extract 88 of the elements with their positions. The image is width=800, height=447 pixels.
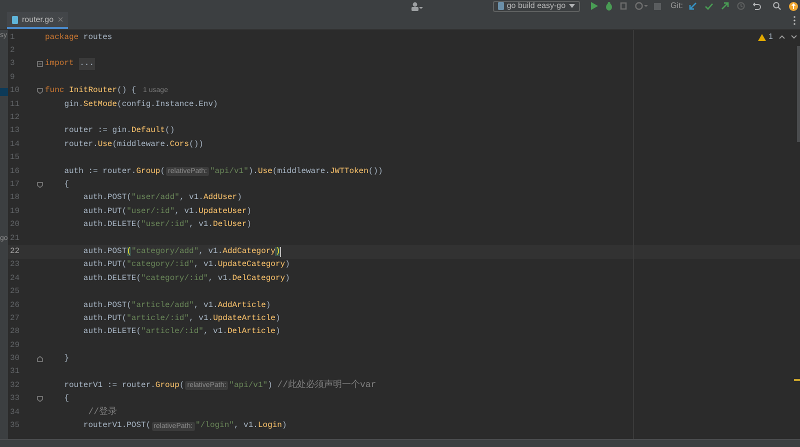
line-number: 17 xyxy=(9,180,21,189)
line-number: 13 xyxy=(9,127,21,136)
code-text: router.Use(middleware.Cors()) xyxy=(63,138,204,151)
line-number: 32 xyxy=(9,382,21,390)
line-number: 27 xyxy=(9,314,21,323)
line-number: 9 xyxy=(9,74,16,82)
line-number: 19 xyxy=(9,208,21,216)
line-number: 12 xyxy=(9,114,21,122)
code-text: gin.SetMode(config.Instance.Env) xyxy=(63,98,218,111)
code-text: auth.DELETE("user/:id", v1.DelUser) xyxy=(82,219,252,232)
code-text: //登录 xyxy=(87,406,118,419)
line-number: 29 xyxy=(9,342,21,350)
code-text: auth.PUT("category/:id", v1.UpdateCategory) xyxy=(82,259,290,272)
code-text: auth := router.Group( xyxy=(63,166,166,178)
code-text: routerV1.POST( xyxy=(82,420,151,432)
update-badge-icon[interactable] xyxy=(789,2,798,10)
close-icon[interactable] xyxy=(58,17,63,22)
line-number: 28 xyxy=(9,328,21,336)
previous-icon[interactable] xyxy=(779,35,785,39)
run-icon[interactable] xyxy=(590,2,598,10)
warning-count[interactable]: 1 xyxy=(768,33,773,41)
line-number: 22 xyxy=(9,248,21,256)
line-number: 34 xyxy=(9,408,21,417)
code-text: auth.POST("category/add", v1.AddCategory) xyxy=(82,246,280,258)
code-text: auth.PUT("user/:id", v1.UpdateUser) xyxy=(82,206,252,218)
line-number: 2 xyxy=(9,47,16,56)
line-number: 24 xyxy=(9,274,21,283)
line-number: 3 xyxy=(9,60,16,68)
scrollbar-thumb[interactable] xyxy=(797,46,800,142)
line-number: 21 xyxy=(9,234,21,243)
next-icon[interactable] xyxy=(791,35,797,39)
run-configuration-dropdown[interactable]: go build easy-go xyxy=(492,0,580,12)
line-number: 10 xyxy=(9,87,21,96)
code-text: auth.POST("article/add", v1.AddArticle) xyxy=(82,300,271,312)
line-number: 11 xyxy=(9,100,21,109)
caret-icon xyxy=(568,4,575,8)
code-text: auth.DELETE("category/:id", v1.DelCategory) xyxy=(82,272,290,285)
git-label: Git: xyxy=(670,2,683,10)
fold-icon[interactable] xyxy=(36,182,42,188)
file-icon xyxy=(498,2,504,10)
code-text: routerV1 := router.Group( xyxy=(63,380,184,392)
stop-icon[interactable] xyxy=(654,2,661,10)
folded-code[interactable]: ... xyxy=(78,58,96,70)
undo-icon[interactable] xyxy=(753,2,761,10)
line-number: 16 xyxy=(9,168,21,176)
line-number: 33 xyxy=(9,395,21,404)
code-text: } xyxy=(63,353,70,366)
line-number: 1 xyxy=(9,34,16,42)
line-number: 14 xyxy=(9,140,21,149)
code-text: import xyxy=(45,58,75,70)
code-text: "/login", v1.Login) xyxy=(196,420,287,432)
code-text: "api/v1") //此处必须声明一个var xyxy=(229,379,376,392)
code-text: { xyxy=(63,393,70,406)
code-text: auth.DELETE("article/:id", v1.DelArticle) xyxy=(82,326,280,338)
code-text: auth.POST("user/add", v1.AddUser) xyxy=(82,192,242,204)
line-number: 15 xyxy=(9,154,21,162)
line-number: 26 xyxy=(9,302,21,310)
search-icon[interactable] xyxy=(773,2,781,10)
line-number: 31 xyxy=(9,368,21,376)
fold-icon[interactable] xyxy=(36,396,42,402)
line-number: 23 xyxy=(9,261,21,270)
editor-tab[interactable]: router.go xyxy=(7,12,68,29)
line-number: 35 xyxy=(9,422,21,430)
line-number: 25 xyxy=(9,288,21,296)
clock-icon[interactable] xyxy=(737,2,745,10)
fold-end-icon[interactable] xyxy=(36,356,42,362)
push-arrow-icon[interactable] xyxy=(721,2,729,10)
fold-icon[interactable] xyxy=(36,88,42,94)
line-number: 30 xyxy=(9,355,21,364)
code-text: func InitRouter() { xyxy=(45,85,138,98)
line-number: 18 xyxy=(9,194,21,202)
user-icon[interactable] xyxy=(410,2,423,10)
go-file-icon xyxy=(12,16,18,24)
code-text: "api/v1").Use(middleware.JWTToken()) xyxy=(210,166,383,178)
text-caret xyxy=(280,246,282,257)
coverage-icon[interactable] xyxy=(620,2,628,10)
more-icon[interactable] xyxy=(793,16,796,25)
code-text: router := gin.Default() xyxy=(63,125,175,138)
warning-icon[interactable] xyxy=(758,34,766,40)
code-text: auth.PUT("article/:id", v1.UpdateArticle) xyxy=(82,312,280,325)
checkmark-icon[interactable] xyxy=(705,2,713,10)
code-text: { xyxy=(63,178,70,191)
profile-icon[interactable] xyxy=(634,2,648,10)
code-text: package routes xyxy=(45,32,112,44)
warning-marker[interactable] xyxy=(794,379,800,381)
line-number: 20 xyxy=(9,221,21,230)
expand-fold-icon[interactable] xyxy=(36,61,42,68)
update-arrow-icon[interactable] xyxy=(689,2,697,10)
